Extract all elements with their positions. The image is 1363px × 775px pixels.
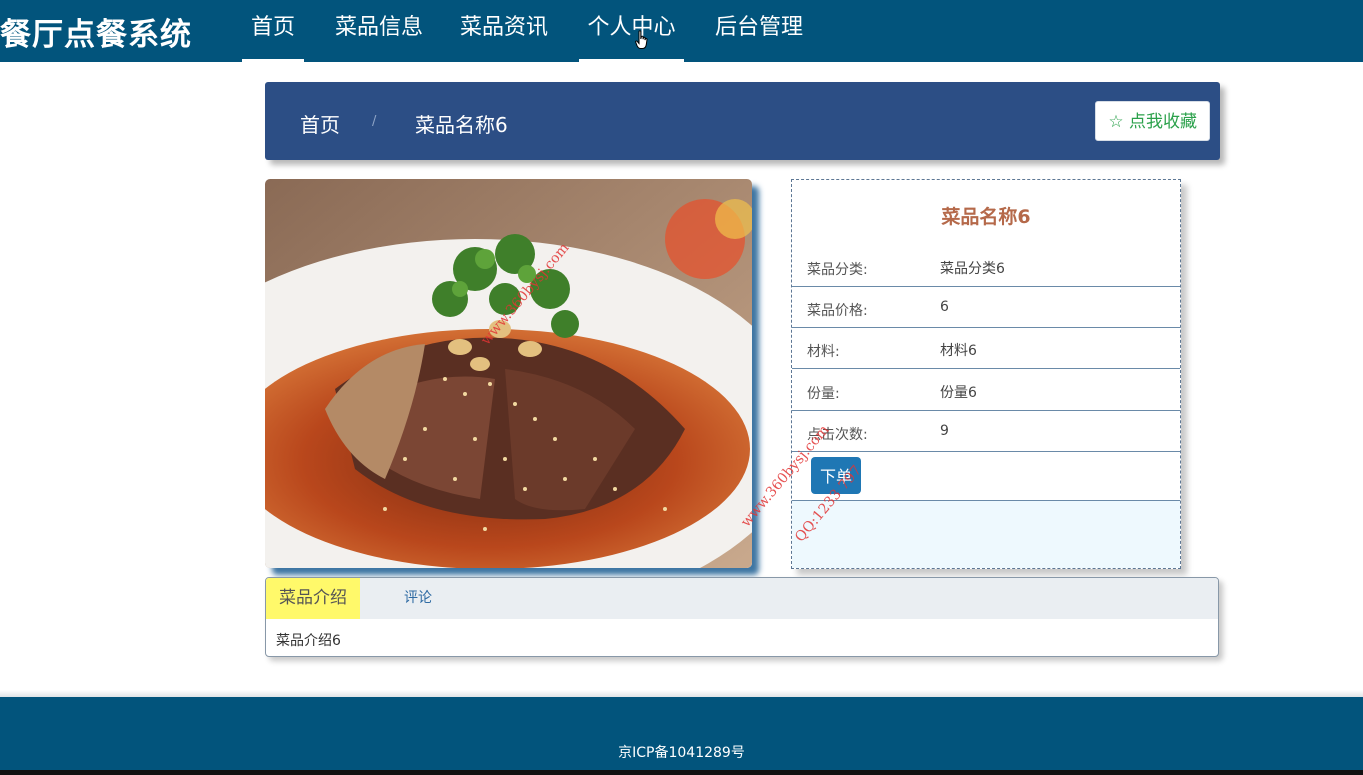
tab-content: 菜品介绍6 (276, 633, 341, 649)
detail-tabs: 菜品介绍 评论 菜品介绍6 (265, 577, 1219, 657)
order-button[interactable]: 下单 (811, 457, 861, 494)
nav-item-home[interactable]: 首页 (242, 0, 304, 62)
nav-item-label: 菜品资讯 (459, 15, 548, 40)
nav-item-label: 首页 (250, 15, 295, 40)
info-label: 材料: (807, 344, 840, 360)
info-row-clicks: 点击次数: 9 (792, 410, 1180, 452)
info-row-material: 材料: 材料6 (792, 327, 1180, 369)
footer-shadow (0, 690, 1363, 697)
info-label: 份量: (807, 386, 840, 402)
info-value: 份量6 (940, 385, 977, 401)
nav-item-dish-info[interactable]: 菜品信息 (326, 0, 432, 62)
breadcrumb-home-link[interactable]: 首页 (300, 109, 340, 138)
tab-header: 菜品介绍 评论 (266, 578, 1218, 619)
favorite-button[interactable]: ☆ 点我收藏 (1095, 101, 1210, 141)
breadcrumb-separator: / (372, 114, 377, 129)
info-value: 6 (940, 299, 949, 315)
top-navbar: 餐厅点餐系统 首页 菜品信息 菜品资讯 个人中心 后台管理 (0, 0, 1363, 62)
info-value: 材料6 (940, 343, 977, 359)
nav-item-label: 菜品信息 (334, 15, 423, 40)
dish-image (265, 179, 752, 568)
dish-photo-illustration (265, 179, 752, 568)
nav-item-dish-news[interactable]: 菜品资讯 (450, 0, 558, 62)
hand-pointer-icon (635, 30, 648, 49)
nav-item-label: 后台管理 (714, 15, 803, 40)
site-logo-title[interactable]: 餐厅点餐系统 (0, 9, 192, 54)
breadcrumb: 首页 / 菜品名称6 ☆ 点我收藏 (265, 82, 1220, 160)
tab-dish-intro[interactable]: 菜品介绍 (266, 578, 360, 619)
info-value: 9 (940, 423, 949, 439)
info-value: 菜品分类6 (940, 261, 1005, 277)
footer-icp: 京ICP备1041289号 (618, 745, 745, 761)
nav-item-admin[interactable]: 后台管理 (706, 0, 812, 62)
nav-item-personal-center[interactable]: 个人中心 (579, 0, 684, 62)
info-row-price: 菜品价格: 6 (792, 286, 1180, 328)
info-card-footer-area (792, 501, 1180, 568)
footer: 京ICP备1041289号 (0, 697, 1363, 770)
info-row-portion: 份量: 份量6 (792, 369, 1180, 411)
dish-title: 菜品名称6 (941, 206, 1031, 228)
dish-info-card: 菜品名称6 菜品分类: 菜品分类6 菜品价格: 6 材料: 材料6 份量: 份量… (791, 179, 1181, 569)
info-label: 菜品分类: (807, 262, 868, 278)
info-label: 点击次数: (807, 427, 868, 443)
tab-comments[interactable]: 评论 (404, 578, 432, 619)
breadcrumb-current: 菜品名称6 (415, 113, 508, 137)
info-row-category: 菜品分类: 菜品分类6 (792, 245, 1180, 287)
info-label: 菜品价格: (807, 303, 868, 319)
window-bottom-edge (0, 770, 1363, 775)
nav-item-label: 个人中心 (587, 15, 676, 40)
